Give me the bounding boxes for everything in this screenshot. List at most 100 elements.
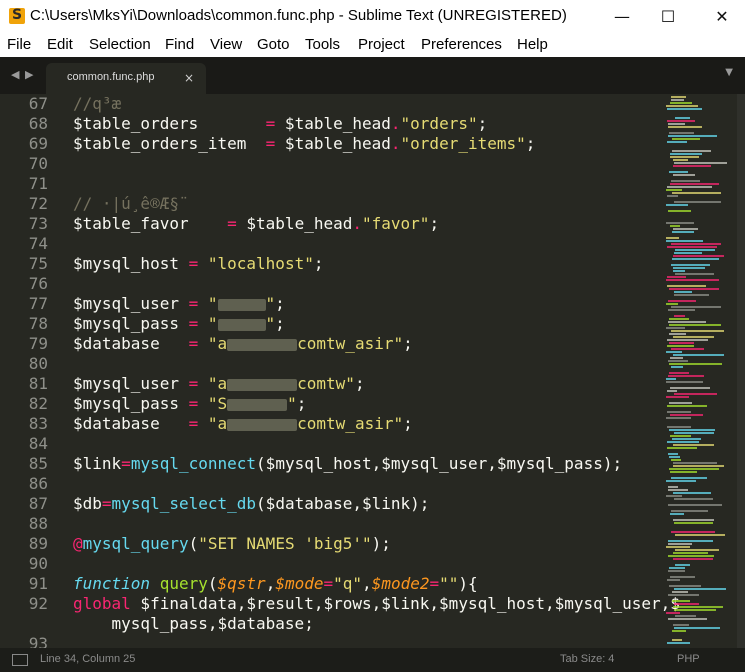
tab-forward-icon[interactable]: ▶ xyxy=(25,68,33,81)
minimap-line xyxy=(671,330,724,332)
tab-size[interactable]: Tab Size: 4 xyxy=(560,653,614,665)
line-number-gutter: 67 68 69 70 71 72 73 74 75 76 77 78 79 80 81 82 83 84 85 86… xyxy=(0,94,56,648)
minimap-line xyxy=(667,405,707,407)
menu-find[interactable]: Find xyxy=(165,36,194,53)
maximize-button[interactable]: ☐ xyxy=(645,0,691,32)
minimap-line xyxy=(670,513,684,515)
code-line[interactable]: @mysql_query("SET NAMES 'big5'"); xyxy=(73,534,391,553)
menu-bar: File Edit Selection Find View Goto Tools… xyxy=(0,33,745,57)
minimap-line xyxy=(667,186,712,188)
menu-project[interactable]: Project xyxy=(358,36,405,53)
code-line[interactable]: mysql_pass,$database; xyxy=(73,614,314,633)
code-line[interactable]: $mysql_user = "a comtw"; xyxy=(73,374,365,393)
code-line[interactable]: $database = "a comtw_asir"; xyxy=(73,334,413,353)
code-line[interactable]: $table_favor = $table_head."favor"; xyxy=(73,214,439,233)
code-token: ; xyxy=(525,134,536,153)
code-token: ; xyxy=(477,114,488,133)
code-line[interactable]: $mysql_host = "localhost"; xyxy=(73,254,323,273)
code-line[interactable]: $link=mysql_connect($mysql_host,$mysql_u… xyxy=(73,454,622,473)
vertical-scrollbar[interactable] xyxy=(737,94,745,648)
minimap-line xyxy=(667,411,691,413)
code-token: = xyxy=(188,374,199,393)
code-line[interactable]: function query($qstr,$mode="q",$mode2=""… xyxy=(73,574,478,593)
menu-file[interactable]: File xyxy=(7,36,31,53)
minimap-line xyxy=(671,243,721,245)
menu-tools[interactable]: Tools xyxy=(305,36,340,53)
code-line[interactable]: $mysql_user = " "; xyxy=(73,294,285,313)
code-token: = xyxy=(188,414,199,433)
menu-goto[interactable]: Goto xyxy=(257,36,290,53)
minimap[interactable] xyxy=(666,94,737,648)
tab-close-icon[interactable]: × xyxy=(184,71,194,85)
code-line[interactable]: $db=mysql_select_db($database,$link); xyxy=(73,494,429,513)
minimap-line xyxy=(674,294,709,296)
code-token: , xyxy=(362,574,372,593)
menu-help[interactable]: Help xyxy=(517,36,548,53)
syntax-mode[interactable]: PHP xyxy=(677,653,700,665)
code-token: = xyxy=(429,574,440,593)
code-token: $database xyxy=(73,414,189,433)
minimap-line xyxy=(674,291,692,293)
code-line[interactable]: $mysql_pass = "S "; xyxy=(73,394,306,413)
editor[interactable]: 67 68 69 70 71 72 73 74 75 76 77 78 79 80 81 82 83 84 85 86… xyxy=(0,94,745,648)
title-bar[interactable]: C:\Users\MksYi\Downloads\common.func.php… xyxy=(0,0,745,34)
code-line[interactable]: global $finaldata,$result,$rows,$link,$m… xyxy=(73,594,680,613)
line-number: 83 xyxy=(28,414,48,433)
minimap-line xyxy=(668,540,713,542)
menu-preferences[interactable]: Preferences xyxy=(421,36,502,53)
menu-view[interactable]: View xyxy=(210,36,242,53)
tab-common-func-php[interactable]: common.func.php × xyxy=(46,63,206,94)
code-token: $mysql_pass xyxy=(73,314,189,333)
code-token: "a xyxy=(207,374,228,393)
code-line[interactable]: $table_orders = $table_head."orders"; xyxy=(73,114,487,133)
minimap-line xyxy=(673,462,717,464)
code-line[interactable]: $database = "a comtw_asir"; xyxy=(73,414,413,433)
minimap-line xyxy=(668,321,706,323)
minimap-line xyxy=(669,324,721,326)
minimap-line xyxy=(669,342,694,344)
code-token: ($database,$link); xyxy=(256,494,430,513)
code-line[interactable]: $mysql_pass = " "; xyxy=(73,314,285,333)
code-line[interactable]: // ·|ú¸ê®Æ§¨ xyxy=(73,194,189,213)
tab-back-icon[interactable]: ◀ xyxy=(11,68,19,81)
minimap-line xyxy=(672,231,694,233)
minimap-line xyxy=(669,429,715,431)
code-token: = xyxy=(188,254,199,273)
minimap-line xyxy=(675,549,719,551)
code-token: //q³æ xyxy=(73,94,122,113)
minimap-line xyxy=(668,618,707,620)
minimize-button[interactable]: — xyxy=(599,0,645,32)
minimap-line xyxy=(671,264,710,266)
code-token: ; xyxy=(429,214,440,233)
minimap-line xyxy=(669,468,719,470)
close-button[interactable]: ✕ xyxy=(699,0,745,32)
minimap-line xyxy=(673,492,711,494)
code-token: mysql_connect xyxy=(130,454,257,473)
menu-selection[interactable]: Selection xyxy=(89,36,151,53)
minimap-line xyxy=(666,204,688,206)
tab-list-dropdown-icon[interactable]: ▼ xyxy=(725,67,733,78)
redacted-text xyxy=(227,338,298,351)
minimap-line xyxy=(666,237,679,239)
code-token: "" xyxy=(439,574,459,593)
line-number: 88 xyxy=(28,514,48,533)
code-token: "order_items" xyxy=(400,134,526,153)
code-area[interactable]: //q³æ $table_orders = $table_head."orders… xyxy=(73,94,680,648)
code-token: "favor" xyxy=(362,214,430,233)
menu-edit[interactable]: Edit xyxy=(47,36,73,53)
panel-toggle-icon[interactable] xyxy=(12,654,28,666)
code-line[interactable]: //q³æ xyxy=(73,94,121,113)
minimap-line xyxy=(666,378,676,380)
code-line[interactable]: $table_orders_item = $table_head."order_… xyxy=(73,134,535,153)
code-token: ); xyxy=(371,534,391,553)
code-token: "orders" xyxy=(400,114,478,133)
code-token: function xyxy=(73,574,151,593)
cursor-position[interactable]: Line 34, Column 25 xyxy=(40,653,135,665)
minimap-line xyxy=(674,252,702,254)
minimap-line xyxy=(672,639,682,641)
minimap-line xyxy=(669,363,722,365)
code-token: " xyxy=(207,294,218,313)
sublime-text-icon xyxy=(9,7,25,24)
